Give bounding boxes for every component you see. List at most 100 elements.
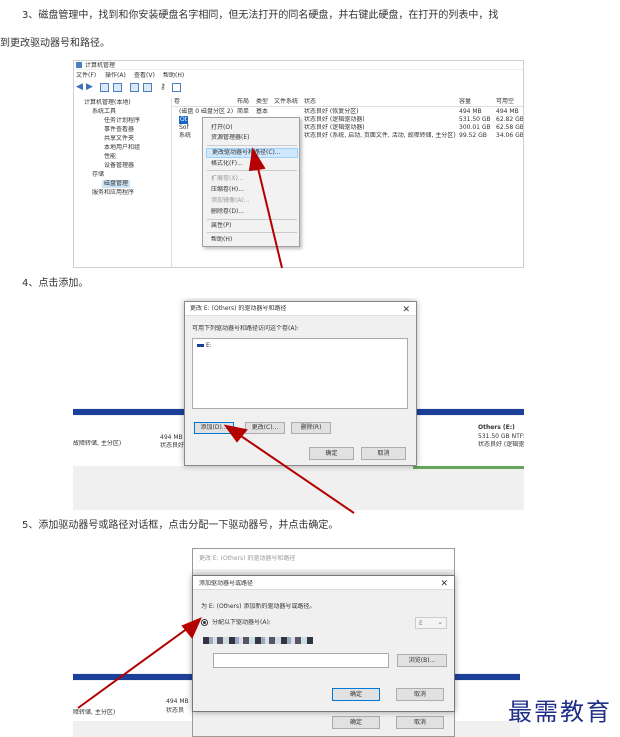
menu-divider bbox=[207, 145, 297, 146]
delete-button[interactable]: 删除(R) bbox=[291, 422, 331, 434]
help-icon[interactable] bbox=[130, 83, 139, 92]
chevron-down-icon: ⌄ bbox=[437, 618, 443, 626]
outer-titlebar: 更改 E: (Others) 的驱动器号和路径 bbox=[193, 549, 454, 569]
disk-green-bar bbox=[413, 466, 524, 469]
tree-performance[interactable]: 性能 bbox=[104, 153, 116, 161]
title-bar: 计算机管理 bbox=[74, 61, 523, 70]
menu-view[interactable]: 查看(V) bbox=[134, 72, 155, 80]
view-icon[interactable] bbox=[172, 83, 181, 92]
radio-dot bbox=[203, 621, 206, 624]
tree-event-viewer[interactable]: 事件查看器 bbox=[104, 126, 134, 134]
col-layout[interactable]: 布局 bbox=[237, 98, 249, 106]
drive-icon bbox=[197, 344, 204, 347]
bg-left-status: 障转储, 主分区) bbox=[73, 709, 116, 716]
change-drive-dialog: 更改 E: (Others) 的驱动器号和路径 ✕ 可用下列驱动器号和路径访问这… bbox=[184, 301, 417, 466]
screenshot-assign: 障转储, 主分区) 494 MB 状态良 更改 E: (Others) 的驱动器… bbox=[73, 545, 520, 737]
bg-left-size: 494 MB bbox=[160, 434, 183, 441]
step-4: 4、点击添加。 bbox=[22, 278, 89, 289]
row-volume: Ot bbox=[179, 116, 189, 124]
table-row[interactable]: (磁盘 0 磁盘分区 2) 简单 基本 状态良好 (恢复分区) 494 MB 4… bbox=[173, 108, 523, 116]
menu-explorer[interactable]: 资源管理器(E) bbox=[211, 134, 249, 142]
watermark: 最需教育 bbox=[508, 698, 612, 726]
properties-icon[interactable] bbox=[143, 83, 152, 92]
menu-format[interactable]: 格式化(F)... bbox=[211, 160, 243, 168]
tree-services-apps[interactable]: 服务和应用程序 bbox=[92, 189, 134, 197]
ok-button[interactable]: 确定 bbox=[309, 447, 354, 460]
row-capacity: 494 MB bbox=[459, 108, 482, 115]
menu-shrink[interactable]: 压缩卷(H)... bbox=[211, 186, 244, 194]
row-status: 状态良好 (逻辑驱动器) bbox=[304, 116, 365, 123]
tree-storage[interactable]: 存储 bbox=[92, 171, 104, 179]
dialog-title: 更改 E: (Others) 的驱动器号和路径 bbox=[190, 305, 287, 312]
menu-help[interactable]: 帮助(H) bbox=[163, 72, 184, 80]
menu-open[interactable]: 打开(O) bbox=[211, 124, 232, 132]
row-volume: Sof bbox=[179, 124, 189, 131]
dialog-titlebar: 添加驱动器号或路径 ✕ bbox=[193, 576, 454, 590]
menu-extend[interactable]: 扩展卷(X)... bbox=[211, 175, 244, 183]
menu-help[interactable]: 帮助(H) bbox=[211, 236, 232, 244]
bg-left-size: 494 MB bbox=[166, 698, 189, 705]
menu-change-drive-letter[interactable]: 更改驱动器号和路径(C)... bbox=[206, 148, 298, 158]
forward-icon[interactable]: ▶ bbox=[86, 82, 93, 92]
tree-local-users[interactable]: 本地用户和组 bbox=[104, 144, 140, 152]
row-free: 494 MB bbox=[496, 108, 519, 115]
tree-shared-folders[interactable]: 共享文件夹 bbox=[104, 135, 134, 143]
menu-add-mirror[interactable]: 添加镜像(A)... bbox=[211, 197, 250, 205]
back-icon[interactable]: ◀ bbox=[76, 82, 83, 92]
add-button[interactable]: 添加(D)... bbox=[194, 422, 234, 434]
up-icon[interactable] bbox=[100, 83, 109, 92]
drive-list[interactable]: E: bbox=[192, 338, 408, 409]
drive-letter-select[interactable]: E ⌄ bbox=[415, 617, 447, 629]
row-free: 34.06 GB bbox=[496, 132, 524, 139]
row-capacity: 531.50 GB bbox=[459, 116, 491, 123]
bg-right-status: 状态良好 (逻辑驱 bbox=[478, 441, 524, 448]
cancel-button[interactable]: 取消 bbox=[361, 447, 406, 460]
menu-divider bbox=[207, 232, 297, 233]
change-button[interactable]: 更改(C)... bbox=[245, 422, 285, 434]
cancel-button[interactable]: 取消 bbox=[396, 688, 444, 701]
tree-system-tools[interactable]: 系统工具 bbox=[92, 108, 116, 116]
close-icon[interactable]: ✕ bbox=[402, 305, 410, 315]
drive-item[interactable]: E: bbox=[206, 342, 212, 350]
tree-root[interactable]: 计算机管理(本地) bbox=[84, 99, 131, 107]
dialog-title: 添加驱动器号或路径 bbox=[199, 580, 254, 587]
menu-file[interactable]: 文件(F) bbox=[76, 72, 96, 80]
bg-right-title: Others (E:) bbox=[478, 424, 515, 431]
menu-action[interactable]: 操作(A) bbox=[105, 72, 126, 80]
path-input[interactable] bbox=[213, 653, 389, 668]
browse-button[interactable]: 浏览(B)... bbox=[397, 654, 447, 667]
console-icon[interactable] bbox=[113, 83, 122, 92]
col-capacity[interactable]: 容量 bbox=[459, 98, 471, 106]
assign-label: 分配以下驱动器号(A): bbox=[212, 619, 271, 626]
bg-right-size: 531.50 GB NTFS bbox=[478, 433, 524, 440]
col-volume[interactable]: 卷 bbox=[174, 98, 180, 106]
menu-divider bbox=[207, 219, 297, 220]
add-drive-dialog: 添加驱动器号或路径 ✕ 为 E: (Others) 添加新的驱动器号或路径。 分… bbox=[192, 575, 455, 712]
redacted-pixels bbox=[203, 637, 313, 644]
bg-left-status2: 状态良 bbox=[166, 707, 185, 714]
outer-title: 更改 E: (Others) 的驱动器号和路径 bbox=[199, 555, 296, 562]
row-status: 状态良好 (系统, 启动, 页面文件, 活动, 故障转储, 主分区) bbox=[304, 132, 456, 139]
outer-ok-button[interactable]: 确定 bbox=[332, 716, 380, 729]
menu-delete[interactable]: 删除卷(D)... bbox=[211, 208, 244, 216]
bg-left-status: 故障转储, 主分区) bbox=[73, 440, 122, 447]
col-free[interactable]: 可用空 bbox=[496, 98, 514, 106]
tree-task-scheduler[interactable]: 任务计划程序 bbox=[104, 117, 140, 125]
ok-button[interactable]: 确定 bbox=[332, 688, 380, 701]
assign-radio[interactable] bbox=[201, 619, 208, 626]
app-icon bbox=[76, 62, 82, 68]
key-icon[interactable]: ⚷ bbox=[160, 82, 166, 91]
tree-disk-management[interactable]: 磁盘管理 bbox=[102, 180, 131, 188]
col-status[interactable]: 状态 bbox=[304, 98, 316, 106]
row-capacity: 99.52 GB bbox=[459, 132, 487, 139]
menu-properties[interactable]: 属性(P) bbox=[211, 222, 231, 230]
col-filesystem[interactable]: 文件系统 bbox=[274, 98, 298, 106]
step-3-line-1: 3、磁盘管理中，找到和你安装硬盘名字相同，但无法打开的同名硬盘，并右键此硬盘，在… bbox=[22, 10, 499, 21]
bg-left-status2: 状态良好 bbox=[160, 442, 185, 449]
close-icon[interactable]: ✕ bbox=[440, 579, 448, 589]
row-free: 62.58 GB bbox=[496, 124, 524, 131]
outer-cancel-button[interactable]: 取消 bbox=[396, 716, 444, 729]
table-header: 卷 布局 类型 文件系统 状态 容量 可用空 bbox=[173, 98, 523, 107]
tree-device-manager[interactable]: 设备管理器 bbox=[104, 162, 134, 170]
col-type[interactable]: 类型 bbox=[256, 98, 268, 106]
